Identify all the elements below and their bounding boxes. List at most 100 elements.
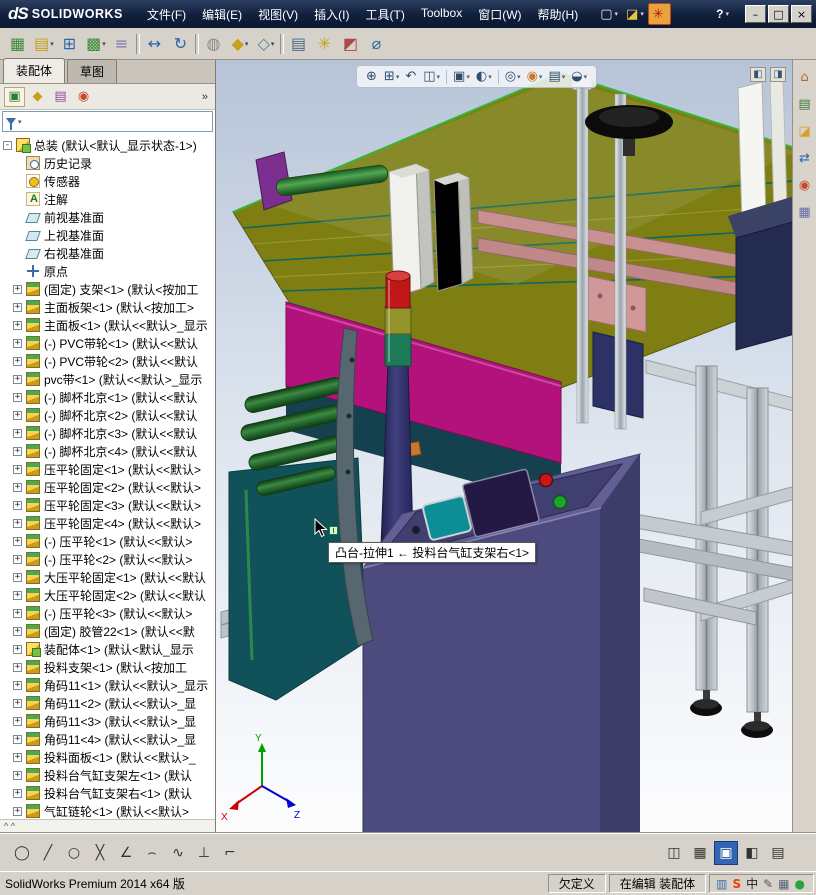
tree-item[interactable]: - 总装 (默认<默认_显示状态-1>) xyxy=(0,136,215,154)
point-tool-icon[interactable]: ╳ xyxy=(88,841,112,865)
tree-item[interactable]: + (-) 脚杯北京<1> (默认<<默认 xyxy=(0,388,215,406)
grid-icon[interactable]: ▦ xyxy=(688,841,712,865)
menu-item[interactable]: Toolbox xyxy=(413,2,470,27)
zoom-fit-icon[interactable]: ⊕ xyxy=(363,69,381,84)
tree-item[interactable]: + 投料台气缸支架右<1> (默认 xyxy=(0,784,215,802)
show-hidden-components-icon[interactable]: ◍ xyxy=(201,31,227,57)
sogou-input-icon[interactable]: S xyxy=(732,878,741,890)
tree-item[interactable]: + 压平轮固定<4> (默认<<默认> xyxy=(0,514,215,532)
single-viewport-icon[interactable]: ▣ xyxy=(714,840,738,865)
insert-components-icon[interactable]: ▤ ▾ xyxy=(31,31,57,57)
filter-input[interactable] xyxy=(26,114,209,129)
expander-icon[interactable]: - xyxy=(3,140,12,150)
expander-icon[interactable]: + xyxy=(13,500,22,510)
hide-show-items-icon[interactable]: ◎ ▾ xyxy=(502,69,524,84)
expander-icon[interactable]: + xyxy=(13,482,22,492)
scroll-chevrons-icon[interactable]: ^ ^ xyxy=(4,821,15,831)
component-pattern-icon[interactable]: ▩ ▾ xyxy=(83,31,109,57)
expander-icon[interactable]: + xyxy=(13,788,22,798)
tree-item[interactable]: + (固定) 支架<1> (默认<按加工 xyxy=(0,280,215,298)
3d-model-canvas[interactable]: Y X Z xyxy=(216,60,816,833)
tree-item[interactable]: + 主面板架<1> (默认<按加工> xyxy=(0,298,215,316)
displaymanager-tab-icon[interactable]: ◉ xyxy=(73,87,94,107)
configurationmanager-tab-icon[interactable]: ▤ xyxy=(50,87,71,107)
expander-icon[interactable]: + xyxy=(13,428,22,438)
tree-item[interactable]: 右视基准面 xyxy=(0,244,215,262)
tree-item[interactable]: 原点 xyxy=(0,262,215,280)
exploded-view-icon[interactable]: ✳ xyxy=(312,31,338,57)
spline-tool-icon[interactable]: ∿ xyxy=(166,841,190,865)
ime-keyboard-icon[interactable]: ▦ xyxy=(778,878,789,890)
menu-item[interactable]: 帮助(H) xyxy=(530,2,587,27)
custom-properties-icon[interactable]: ▦ xyxy=(796,203,814,221)
tree-item[interactable]: + 大压平轮固定<2> (默认<<默认 xyxy=(0,586,215,604)
expander-icon[interactable]: + xyxy=(13,662,22,672)
menu-item[interactable]: 窗口(W) xyxy=(470,2,529,27)
maximize-button[interactable]: □ xyxy=(768,5,789,23)
expander-icon[interactable]: + xyxy=(13,518,22,528)
chinese-mode-icon[interactable]: 中 xyxy=(746,878,758,890)
tree-item[interactable]: + 压平轮固定<2> (默认<<默认> xyxy=(0,478,215,496)
rotate-component-icon[interactable]: ↻ xyxy=(168,31,194,57)
apply-scene-icon[interactable]: ▤ ▾ xyxy=(545,69,568,84)
tree-item[interactable]: 注解 xyxy=(0,190,215,208)
propertymanager-tab-icon[interactable]: ◆ xyxy=(27,87,48,107)
tree-item[interactable]: + 大压平轮固定<1> (默认<<默认 xyxy=(0,568,215,586)
tree-scroll-strip[interactable]: ^ ^ xyxy=(0,819,215,833)
panel-toggle-right-icon[interactable]: ◨ xyxy=(770,67,786,82)
display-style-icon[interactable]: ◐ ▾ xyxy=(473,69,495,84)
assembly-features-icon[interactable]: ◆ ▾ xyxy=(227,31,253,57)
menu-item[interactable]: 文件(F) xyxy=(139,2,194,27)
corner-tool-icon[interactable]: ⌐ xyxy=(218,841,242,865)
reference-geometry-icon[interactable]: ◇ ▾ xyxy=(253,31,279,57)
expander-icon[interactable]: + xyxy=(13,446,22,456)
status-dot-icon[interactable]: ● xyxy=(795,878,805,890)
expander-icon[interactable]: + xyxy=(13,644,22,654)
arc-tool-icon[interactable]: ⌢ xyxy=(140,841,164,865)
expander-icon[interactable]: + xyxy=(13,392,22,402)
expander-icon[interactable]: + xyxy=(13,302,22,312)
new-document-icon[interactable]: ▢ ▾ xyxy=(596,3,622,25)
tree-item[interactable]: + 气缸链轮<1> (默认<<默认> xyxy=(0,802,215,819)
table-icon[interactable]: ▤ xyxy=(766,841,790,865)
close-button[interactable]: × xyxy=(791,5,812,23)
tree-item[interactable]: + 投料面板<1> (默认<<默认>_ xyxy=(0,748,215,766)
menu-item[interactable]: 工具(T) xyxy=(358,2,413,27)
expander-icon[interactable]: + xyxy=(13,356,22,366)
tab[interactable]: 草图 xyxy=(67,59,118,83)
circle-tool-icon[interactable]: ○ xyxy=(62,841,86,865)
tree-item[interactable]: + (-) 压平轮<1> (默认<<默认> xyxy=(0,532,215,550)
tree-item[interactable]: + (-) 脚杯北京<3> (默认<<默认 xyxy=(0,424,215,442)
minimize-button[interactable]: – xyxy=(745,5,766,23)
ime-bar-icon[interactable]: ▥ xyxy=(716,878,727,890)
pan-window-icon[interactable]: ◫ xyxy=(662,841,686,865)
tree-item[interactable]: + (-) PVC带轮<2> (默认<<默认 xyxy=(0,352,215,370)
menu-item[interactable]: 插入(I) xyxy=(306,2,357,27)
menu-item[interactable]: 视图(V) xyxy=(250,2,306,27)
tree-item[interactable]: + (-) PVC带轮<1> (默认<<默认 xyxy=(0,334,215,352)
tree-item[interactable]: 历史记录 xyxy=(0,154,215,172)
expander-icon[interactable]: + xyxy=(13,338,22,348)
tree-item[interactable]: + 角码11<3> (默认<<默认>_显 xyxy=(0,712,215,730)
tree-item[interactable]: + 装配体<1> (默认<默认_显示 xyxy=(0,640,215,658)
solidworks-resources-icon[interactable]: ⌂ xyxy=(796,68,814,86)
tree-item[interactable]: 前视基准面 xyxy=(0,208,215,226)
expander-icon[interactable]: + xyxy=(13,608,22,618)
view-palette-icon[interactable]: ⇄ xyxy=(796,149,814,167)
measure-icon[interactable]: ⌀ xyxy=(364,31,390,57)
tree-item[interactable]: + 主面板<1> (默认<<默认>_显示 xyxy=(0,316,215,334)
split-viewport-icon[interactable]: ◧ xyxy=(740,841,764,865)
featuremanager-tab-icon[interactable]: ▣ xyxy=(4,86,25,107)
perpendicular-tool-icon[interactable]: ⊥ xyxy=(192,841,216,865)
angle-tool-icon[interactable]: ∠ xyxy=(114,841,138,865)
tree-item[interactable]: 传感器 xyxy=(0,172,215,190)
expander-icon[interactable]: + xyxy=(13,572,22,582)
smart-fasteners-icon[interactable]: ≡ xyxy=(109,31,135,57)
tree-item[interactable]: + (-) 脚杯北京<2> (默认<<默认 xyxy=(0,406,215,424)
tree-item[interactable]: + 角码11<1> (默认<<默认>_显示 xyxy=(0,676,215,694)
tree-item[interactable]: + 压平轮固定<1> (默认<<默认> xyxy=(0,460,215,478)
tree-item[interactable]: + (-) 压平轮<2> (默认<<默认> xyxy=(0,550,215,568)
tree-item[interactable]: + 压平轮固定<3> (默认<<默认> xyxy=(0,496,215,514)
expander-icon[interactable]: + xyxy=(13,536,22,546)
expander-icon[interactable]: + xyxy=(13,554,22,564)
